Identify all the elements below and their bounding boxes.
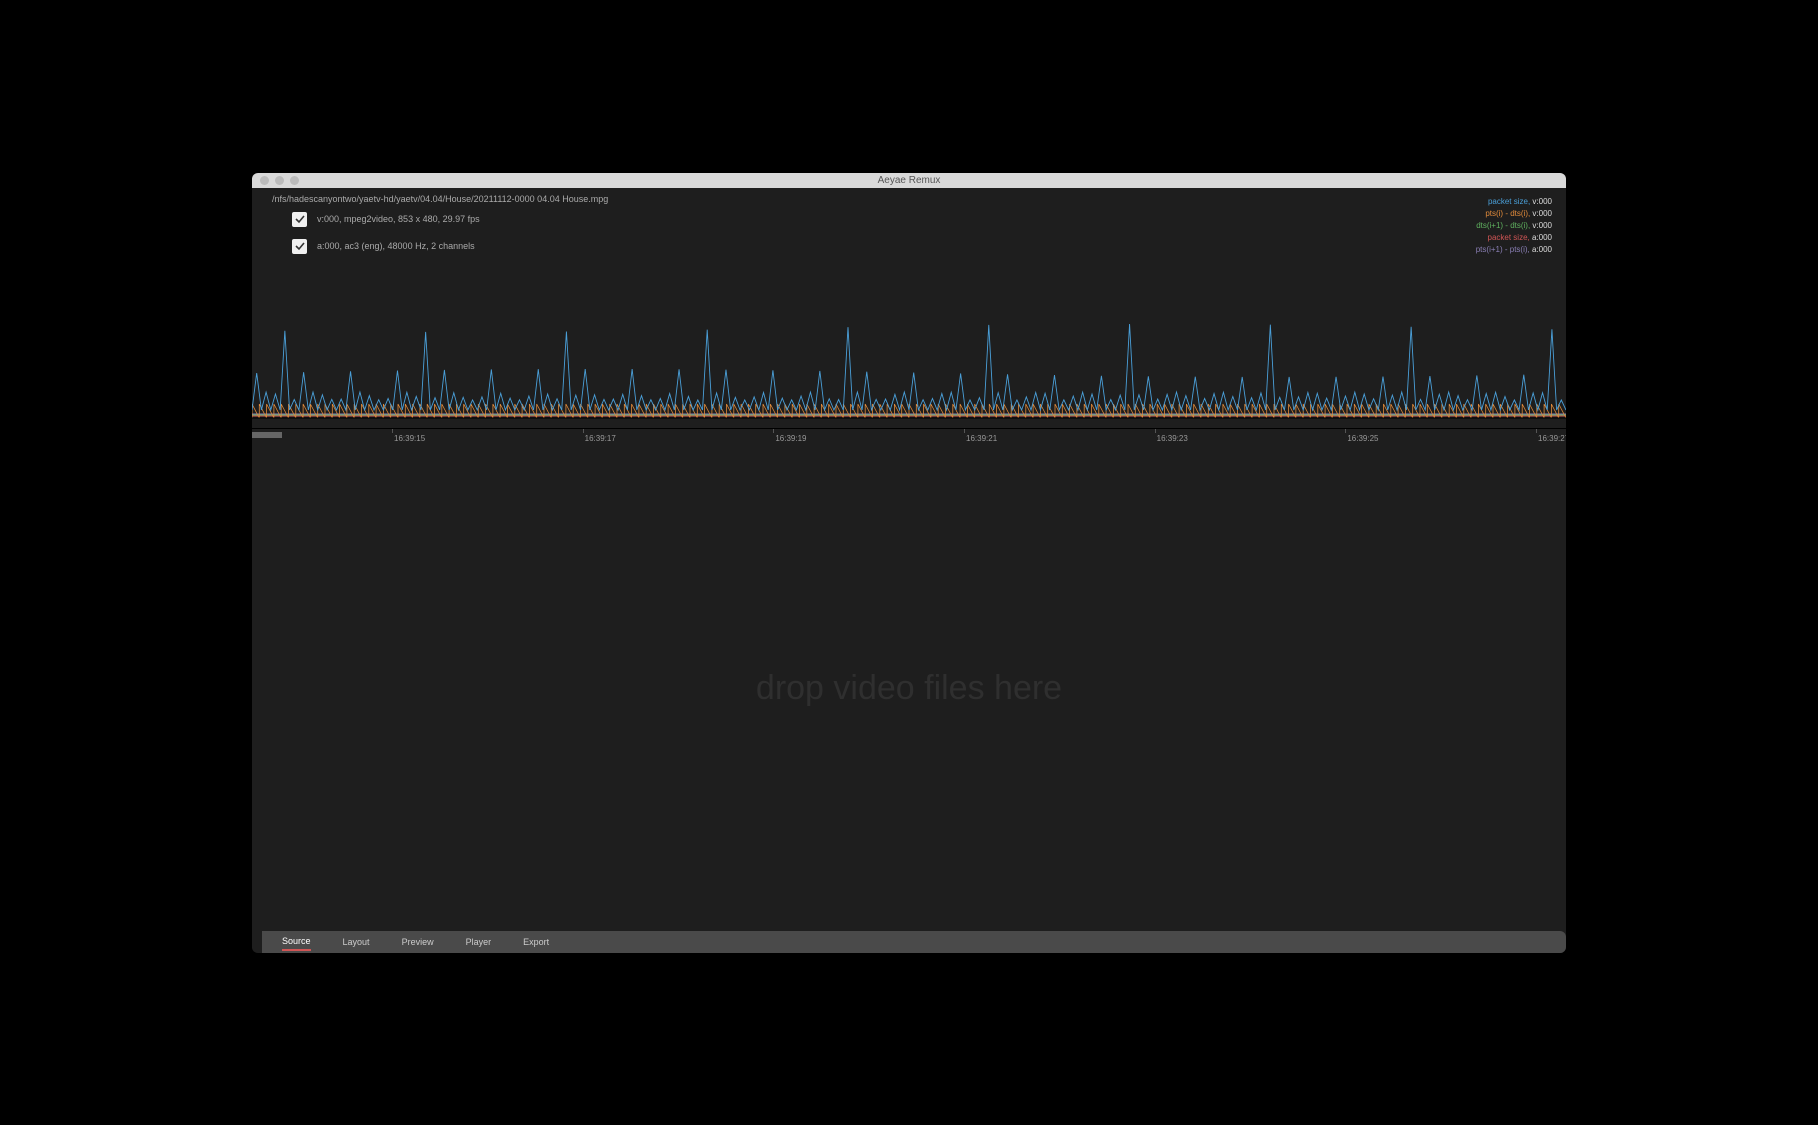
tab-export[interactable]: Export — [523, 934, 549, 950]
legend-item-2: pts(i) - dts(i), — [1485, 209, 1532, 218]
ruler-tick — [392, 429, 393, 433]
chart-legend: packet size, v:000 pts(i) - dts(i), v:00… — [1476, 196, 1552, 256]
ruler-tick — [1155, 429, 1156, 433]
stream-checkbox-video[interactable] — [292, 212, 307, 227]
time-ruler[interactable]: 16:39:15 16:39:17 16:39:19 16:39:21 16:39:23… — [252, 428, 1566, 446]
ruler-tick — [583, 429, 584, 433]
window-title: Aeyae Remux — [252, 175, 1566, 186]
tab-source[interactable]: Source — [282, 933, 311, 951]
ruler-tick-label: 16:39:19 — [775, 434, 806, 443]
stream-checkbox-audio[interactable] — [292, 239, 307, 254]
tab-layout[interactable]: Layout — [343, 934, 370, 950]
ruler-tick — [1536, 429, 1537, 433]
stream-label-audio: a:000, ac3 (eng), 48000 Hz, 2 channels — [317, 241, 475, 251]
ruler-tick-label: 16:39:21 — [966, 434, 997, 443]
legend-item-3: dts(i+1) - dts(i), — [1476, 221, 1532, 230]
app-window: Aeyae Remux /nfs/hadescanyontwo/yaetv-hd… — [252, 173, 1566, 953]
drop-zone[interactable]: drop video files here — [252, 446, 1566, 931]
ruler-tick-label: 16:39:27 — [1538, 434, 1566, 443]
ruler-tick-label: 16:39:25 — [1347, 434, 1378, 443]
legend-item-5: pts(i+1) - pts(i), — [1476, 245, 1532, 254]
ruler-tick-label: 16:39:17 — [585, 434, 616, 443]
file-path: /nfs/hadescanyontwo/yaetv-hd/yaetv/04.04… — [272, 194, 608, 204]
content-area: /nfs/hadescanyontwo/yaetv-hd/yaetv/04.04… — [252, 188, 1566, 953]
ruler-tick — [773, 429, 774, 433]
legend-item-4: packet size, — [1488, 233, 1532, 242]
stream-row-audio: a:000, ac3 (eng), 48000 Hz, 2 channels — [292, 239, 480, 254]
tab-player[interactable]: Player — [466, 934, 492, 950]
tab-preview[interactable]: Preview — [402, 934, 434, 950]
stream-label-video: v:000, mpeg2video, 853 x 480, 29.97 fps — [317, 214, 480, 224]
bottom-tabbar: Source Layout Preview Player Export — [262, 931, 1566, 953]
titlebar[interactable]: Aeyae Remux — [252, 173, 1566, 188]
upper-panel: /nfs/hadescanyontwo/yaetv-hd/yaetv/04.04… — [252, 188, 1566, 428]
drop-zone-label: drop video files here — [756, 669, 1062, 708]
legend-item-1: packet size, — [1488, 197, 1532, 206]
stream-list: v:000, mpeg2video, 853 x 480, 29.97 fps … — [292, 212, 480, 266]
stream-row-video: v:000, mpeg2video, 853 x 480, 29.97 fps — [292, 212, 480, 227]
ruler-tick — [964, 429, 965, 433]
ruler-tick — [1345, 429, 1346, 433]
ruler-tick-label: 16:39:23 — [1157, 434, 1188, 443]
ruler-tick-label: 16:39:15 — [394, 434, 425, 443]
time-ruler-thumb[interactable] — [252, 432, 282, 438]
timeline-chart[interactable] — [252, 298, 1566, 428]
